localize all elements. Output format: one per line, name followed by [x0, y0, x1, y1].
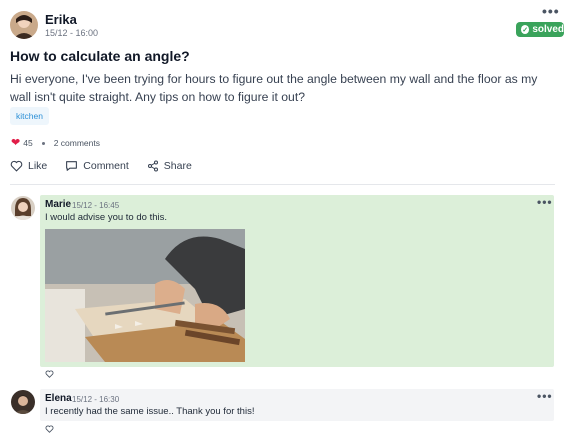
- post-card: Erika 15/12 - 16:00 ••• ✓ solved How to …: [0, 0, 565, 443]
- divider: [10, 184, 555, 185]
- comment-text: I recently had the same issue.. Thank yo…: [45, 406, 255, 417]
- post-timestamp: 15/12 - 16:00: [45, 28, 99, 38]
- solved-label: solved: [532, 24, 564, 35]
- tag-kitchen[interactable]: kitchen: [10, 107, 49, 125]
- comment-timestamp: 15/12 - 16:45: [72, 201, 120, 210]
- heart-outline-icon: [10, 160, 23, 172]
- post-actions: Like Comment Share: [10, 160, 192, 172]
- comment-like-icon[interactable]: [45, 370, 54, 378]
- comment-icon: [66, 161, 78, 171]
- comment-text: I would advise you to do this.: [45, 212, 167, 223]
- comments-count[interactable]: 2 comments: [54, 138, 100, 148]
- post-author-name[interactable]: Erika: [45, 12, 77, 27]
- like-button[interactable]: Like: [10, 160, 47, 172]
- comment-avatar-elena[interactable]: [11, 390, 35, 414]
- share-icon: [147, 160, 158, 172]
- comment-photo[interactable]: [45, 229, 245, 362]
- comment-like-icon[interactable]: [45, 425, 54, 433]
- like-label: Like: [28, 160, 48, 172]
- comment-button[interactable]: Comment: [65, 160, 129, 172]
- comment-author[interactable]: Elena: [45, 393, 72, 404]
- post-body: Hi everyone, I've been trying for hours …: [10, 72, 538, 104]
- post-title: How to calculate an angle?: [10, 48, 190, 64]
- comment-menu-icon[interactable]: •••: [537, 390, 553, 402]
- comment-label: Comment: [83, 160, 129, 172]
- comment-timestamp: 15/12 - 16:30: [72, 395, 120, 404]
- comment-avatar-marie[interactable]: [11, 196, 35, 220]
- post-menu-icon[interactable]: •••: [542, 4, 560, 18]
- author-avatar[interactable]: [10, 11, 38, 39]
- share-label: Share: [163, 160, 192, 172]
- comment-menu-icon[interactable]: •••: [537, 196, 553, 208]
- solved-badge: ✓ solved: [516, 22, 564, 37]
- reaction-count[interactable]: 45: [23, 138, 32, 148]
- share-button[interactable]: Share: [147, 160, 192, 172]
- comment-author[interactable]: Marie: [45, 199, 71, 210]
- heart-reaction-icon[interactable]: ❤: [11, 138, 20, 149]
- check-icon: ✓: [521, 25, 530, 34]
- reactions-row: ❤ 45 2 comments: [11, 138, 100, 149]
- separator-dot: [41, 141, 45, 145]
